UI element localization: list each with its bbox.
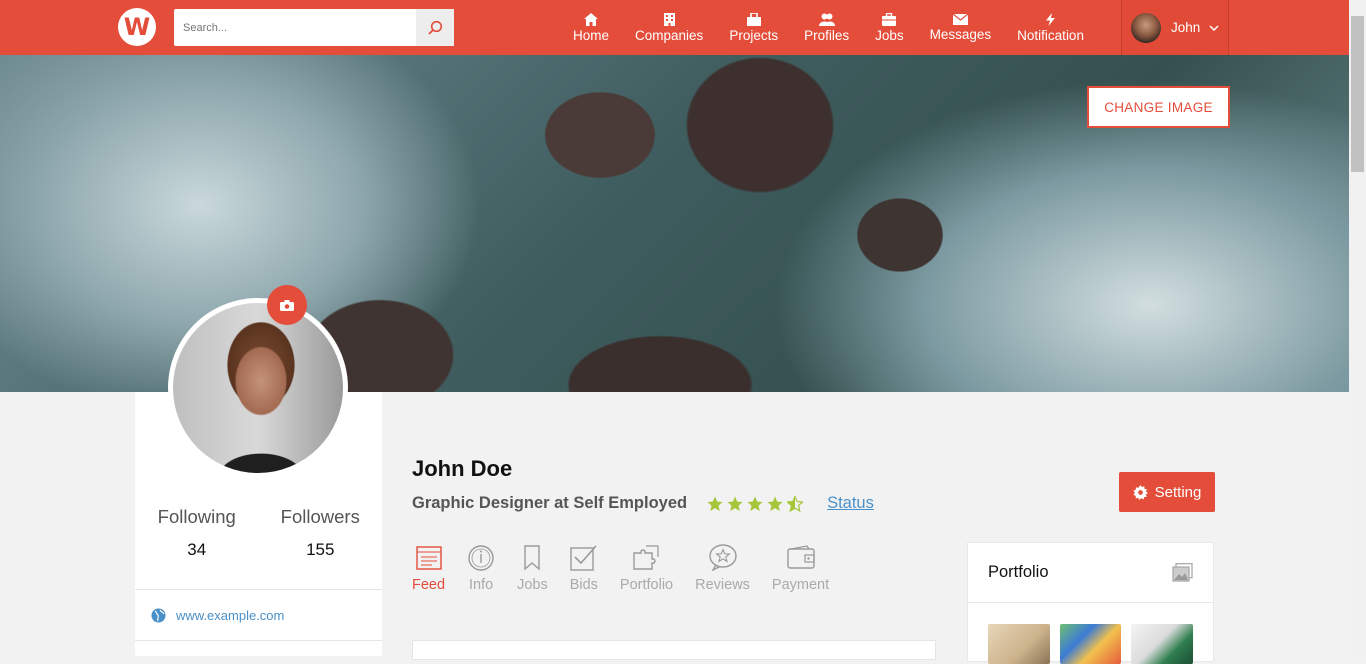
bookmark-icon [524,545,541,571]
website-link[interactable]: www.example.com [151,608,284,623]
bolt-icon [1046,12,1056,26]
portfolio-thumbnails [968,603,1213,664]
following-stat[interactable]: Following 34 [135,506,259,560]
user-menu[interactable]: John [1121,0,1229,55]
profile-photo [168,298,348,478]
envelope-icon [952,13,968,25]
search-button[interactable] [416,9,454,46]
nav-home[interactable]: Home [560,0,622,55]
nav-notification[interactable]: Notification [1004,0,1097,55]
gear-icon [1133,484,1148,500]
portfolio-thumbnail[interactable] [988,624,1050,664]
search-bar [174,9,454,46]
tab-bids[interactable]: Bids [570,543,598,593]
puzzle-icon [632,545,659,570]
tab-payment[interactable]: Payment [772,543,829,593]
following-count: 34 [187,540,207,559]
portfolio-header: Portfolio [968,543,1213,603]
tab-info[interactable]: Info [467,543,495,593]
review-bubble-icon [708,544,737,571]
star-half-icon [787,495,804,512]
search-input[interactable] [174,9,416,46]
briefcase-icon [882,12,897,26]
nav-projects[interactable]: Projects [716,0,791,55]
scrollbar-thumb[interactable] [1351,16,1364,172]
search-icon [428,20,443,35]
change-image-button[interactable]: CHANGE IMAGE [1087,86,1230,128]
upload-photo-button[interactable] [267,285,307,325]
setting-button[interactable]: Setting [1119,472,1215,512]
status-link[interactable]: Status [827,494,874,513]
projects-icon [746,12,761,26]
nav-jobs[interactable]: Jobs [862,0,917,55]
home-icon [584,12,598,26]
nav-messages[interactable]: Messages [917,0,1005,55]
nav-companies[interactable]: Companies [622,0,716,55]
user-name: John [1171,20,1201,35]
profile-headline: Graphic Designer at Self Employed [412,494,688,512]
portfolio-widget: Portfolio [967,542,1214,664]
brand-logo[interactable]: W [118,8,156,46]
profile-name: John Doe [412,456,513,481]
tab-feed[interactable]: Feed [412,543,445,593]
feed-icon [415,546,442,570]
wallet-icon [786,545,815,569]
chevron-down-icon [1209,24,1219,31]
feed-card [412,640,936,660]
sidebar-divider [135,640,382,641]
following-label: Following [157,506,236,527]
portfolio-title: Portfolio [988,563,1049,581]
checkbox-icon [570,545,597,571]
rating-stars [707,495,804,512]
camera-icon [280,299,294,311]
followers-stat[interactable]: Followers 155 [259,506,383,560]
tab-portfolio[interactable]: Portfolio [620,543,673,593]
nav-profiles[interactable]: Profiles [791,0,862,55]
portfolio-thumbnail[interactable] [1131,624,1194,664]
users-icon [818,13,835,26]
follow-stats: Following 34 Followers 155 [135,506,382,560]
top-navbar: W Home Companies Projects Profiles Jobs [0,0,1349,55]
user-avatar [1131,12,1161,43]
followers-label: Followers [280,506,360,527]
globe-icon [151,608,166,623]
star-icon [747,496,763,511]
page-scrollbar[interactable] [1349,0,1366,656]
star-icon [767,496,783,511]
main-nav: Home Companies Projects Profiles Jobs Me… [560,0,1097,55]
profile-tabs: Feed Info Jobs Bids Portfolio Reviews Pa… [412,543,851,593]
building-icon [663,12,675,26]
star-icon [707,496,723,511]
portfolio-thumbnail[interactable] [1059,624,1122,664]
info-icon [468,545,494,571]
tab-reviews[interactable]: Reviews [695,543,750,593]
star-icon [727,496,743,511]
followers-count: 155 [306,540,335,559]
tab-jobs[interactable]: Jobs [517,543,548,593]
profile-headline-row: Graphic Designer at Self Employed Status [412,494,874,513]
sidebar-divider [135,589,382,590]
gallery-icon[interactable] [1172,563,1193,582]
